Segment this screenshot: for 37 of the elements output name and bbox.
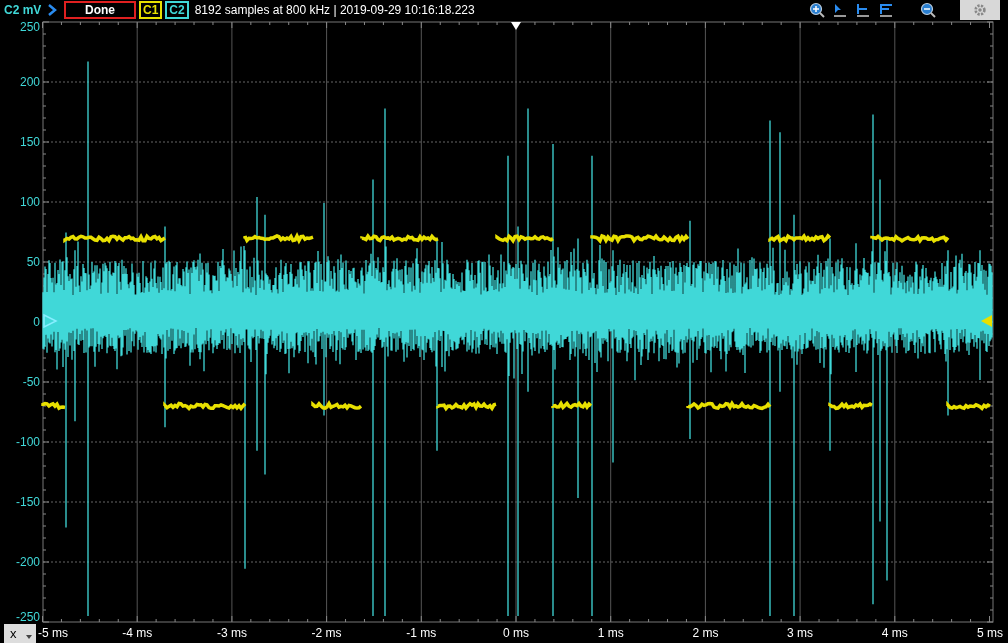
y-axis-tick-label: 100 — [19, 195, 40, 209]
y-axis-tick-label: 250 — [19, 20, 40, 34]
status-indicator: Done — [64, 1, 136, 19]
x-axis-tick-label: 3 ms — [787, 626, 814, 640]
y-axis-unit-label: C2 mV — [4, 3, 43, 17]
y-axis-tick-label: -200 — [15, 555, 40, 569]
y-axis-tick-label: 0 — [33, 315, 40, 329]
cursor-icon[interactable] — [832, 2, 848, 18]
channel-button[interactable]: C2 — [165, 1, 189, 19]
y-axis-tick-label: -250 — [15, 610, 40, 624]
y-axis-tick-label: 50 — [26, 255, 40, 269]
y-axis-tick-label: -100 — [15, 435, 40, 449]
trigger-position-icon[interactable] — [511, 22, 521, 30]
acquisition-info: 8192 samples at 800 kHz | 2019-09-29 10:16:18.223 — [194, 3, 475, 17]
x-axis-tick-label: -5 ms — [38, 626, 68, 640]
y-axis-tick-label: -50 — [22, 375, 40, 389]
x-axis-tick-label: 4 ms — [881, 626, 908, 640]
zoom-in-icon[interactable] — [809, 2, 825, 18]
settings-icon — [973, 3, 987, 17]
x-axis-tick-label: -2 ms — [311, 626, 342, 640]
y-axis-tick-label: -150 — [15, 495, 40, 509]
x-axis-tick-label: -4 ms — [122, 626, 153, 640]
zoom-out-icon[interactable] — [920, 2, 936, 18]
x-axis-tick-label: 0 ms — [503, 626, 529, 640]
y-axis-tick-label: 200 — [19, 75, 40, 89]
offset-marker-icon[interactable] — [43, 313, 58, 329]
x-axis-tick-label: 2 ms — [692, 626, 719, 640]
x-axis-tick-label: -1 ms — [406, 626, 437, 640]
x-axis-menu-button[interactable]: x — [4, 624, 36, 643]
y-axis-tick-label: 150 — [19, 135, 40, 149]
x-axis-tick-label: -3 ms — [216, 626, 247, 640]
align-left-icon[interactable] — [855, 2, 871, 18]
bars-icon[interactable] — [878, 2, 894, 18]
x-axis-tick-label: 5 ms — [977, 626, 1003, 640]
x-axis-tick-label: 1 ms — [597, 626, 624, 640]
chevron-right-icon[interactable] — [47, 4, 57, 16]
channel-button[interactable]: C1 — [139, 1, 163, 19]
